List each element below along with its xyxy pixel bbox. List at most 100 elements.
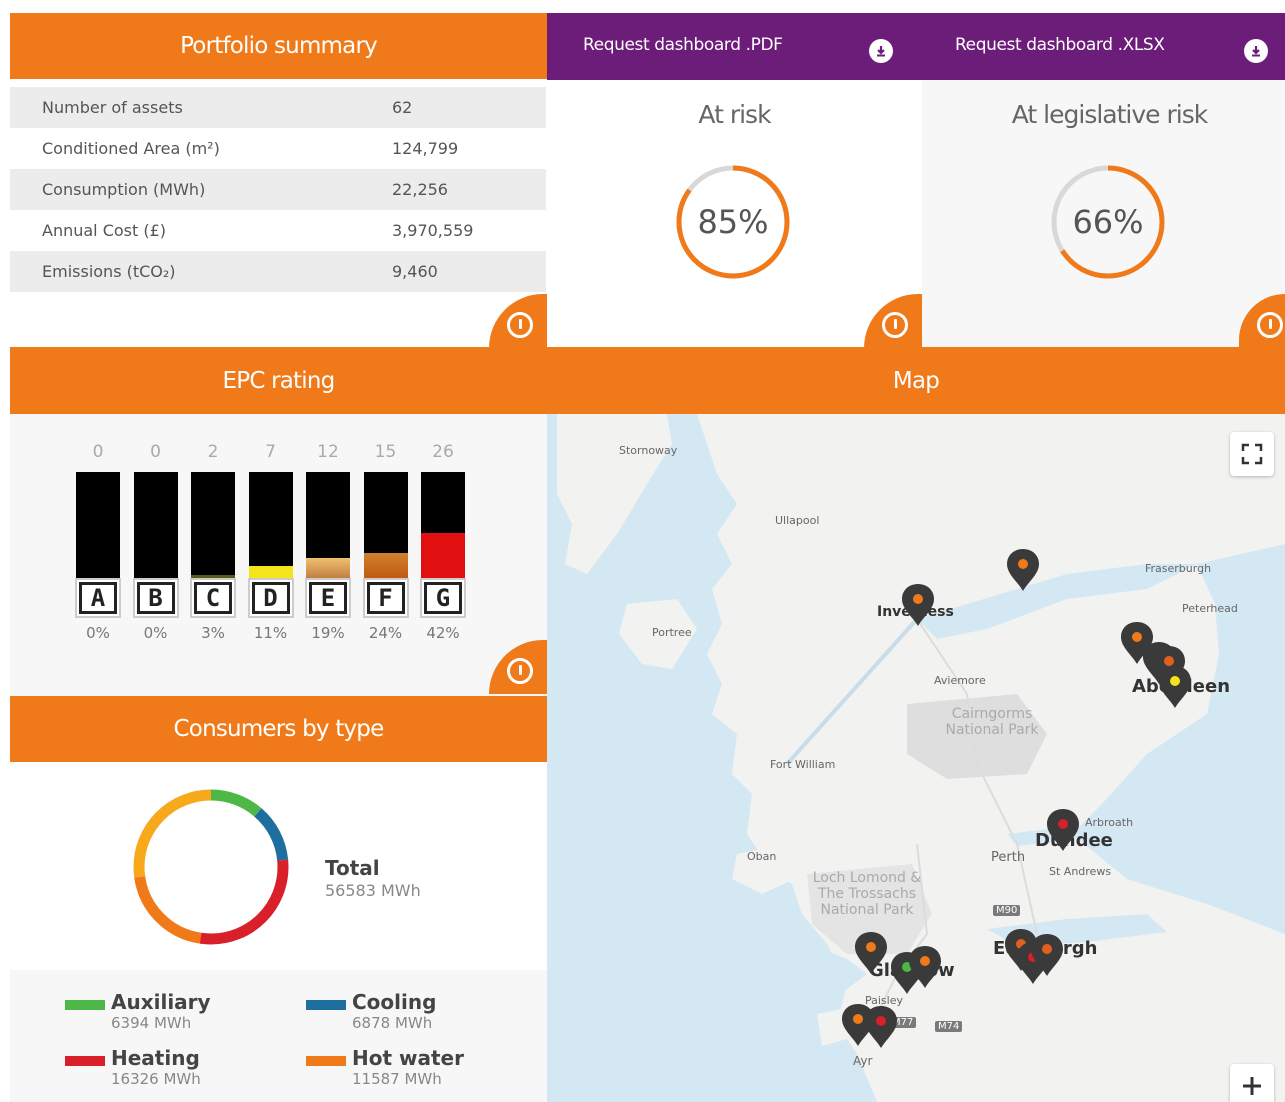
at-risk-title: At risk (698, 100, 771, 129)
summary-label: Number of assets (42, 98, 183, 117)
summary-value: 124,799 (392, 139, 459, 158)
epc-bar-c (191, 472, 235, 578)
legend-swatch (306, 1000, 346, 1010)
map-markers (842, 549, 1191, 1048)
epc-letter-f: F (364, 580, 407, 616)
legend-name: Cooling (352, 990, 437, 1014)
epc-letter-c: C (192, 580, 234, 616)
info-icon (507, 312, 533, 338)
legend-value: 16326 MWh (111, 1070, 201, 1088)
consumers-by-type-title: Consumers by type (173, 716, 385, 742)
request-xlsx-label: Request dashboard .XLSX (955, 35, 1165, 55)
map-marker (1047, 809, 1079, 851)
epc-bar-e (306, 472, 350, 578)
consumers-panel: Total 56583 MWh Auxiliary 6394 MWh Cooli… (10, 762, 547, 1102)
plus-icon (1243, 1077, 1261, 1095)
summary-label: Consumption (MWh) (42, 180, 206, 199)
epc-bar-a (76, 472, 120, 578)
epc-count-g: 26 (432, 442, 454, 462)
epc-rating-panel: 0 A 0% 0 B 0% 2 C 3% 7 D 11% 12 E 19% 15 F 24% 26 G 42% (10, 414, 547, 696)
epc-count-b: 0 (150, 442, 161, 462)
epc-percent-f: 24% (368, 624, 403, 642)
map-marker (855, 932, 887, 974)
epc-count-a: 0 (92, 442, 104, 462)
legend-swatch (65, 1000, 105, 1010)
epc-bar-fill (306, 557, 350, 578)
summary-label: Conditioned Area (m²) (42, 139, 220, 158)
map-marker (1159, 666, 1191, 708)
download-icon (869, 39, 893, 63)
portfolio-summary-header: Portfolio summary (10, 13, 547, 79)
map-marker (902, 584, 934, 626)
info-icon (1257, 312, 1283, 338)
map-zoom-in-button[interactable] (1230, 1064, 1274, 1102)
summary-value: 3,970,559 (392, 221, 474, 240)
legend-value: 11587 MWh (352, 1070, 442, 1088)
request-pdf-button[interactable]: Request dashboard .PDF (547, 13, 922, 80)
at-risk-panel: At risk 85% (547, 80, 922, 347)
epc-bar-b (133, 472, 178, 578)
epc-count-c: 2 (207, 442, 219, 462)
legend-auxiliary: Auxiliary 6394 MWh (65, 990, 265, 1040)
info-icon (507, 658, 533, 684)
summary-value: 62 (392, 98, 413, 117)
summary-label: Annual Cost (£) (42, 221, 167, 240)
epc-bar-fill (191, 574, 235, 578)
epc-count-d: 7 (265, 442, 276, 462)
request-pdf-label: Request dashboard .PDF (583, 35, 783, 55)
map-marker (1007, 549, 1039, 591)
epc-bar-fill (363, 552, 408, 578)
request-xlsx-button[interactable]: Request dashboard .XLSX (922, 13, 1285, 80)
epc-percent-b: 0% (143, 624, 168, 642)
epc-bar-fill (248, 566, 293, 578)
legend-value: 6878 MWh (352, 1014, 433, 1032)
summary-value: 9,460 (392, 262, 438, 281)
legend-swatch (65, 1056, 105, 1066)
consumers-donut (133, 789, 289, 945)
legend-swatch (306, 1056, 346, 1066)
epc-percent-d: 11% (253, 624, 288, 642)
epc-percent-g: 42% (426, 624, 460, 642)
epc-percent-c: 3% (201, 624, 225, 642)
epc-bar-d (248, 472, 293, 578)
at-risk-value: 85% (697, 203, 769, 241)
epc-rating-header: EPC rating (10, 347, 547, 414)
dashboard: Portfolio summary Number of assets 62 Co… (0, 0, 1285, 1102)
epc-letter-g: G (422, 580, 464, 616)
map-title: Map (892, 367, 940, 394)
download-icon (1244, 39, 1268, 63)
epc-letter-e: E (307, 580, 349, 616)
epc-letter-d: D (249, 580, 292, 616)
map-marker (865, 1006, 897, 1048)
donut-total-label: Total (325, 856, 380, 880)
consumers-by-type-header: Consumers by type (10, 696, 547, 762)
legislative-risk-panel: At legislative risk 66% (922, 80, 1285, 347)
donut-total-value: 56583 MWh (325, 881, 421, 900)
legislative-risk-value: 66% (1072, 203, 1144, 241)
portfolio-summary-title: Portfolio summary (180, 33, 378, 59)
epc-rating-title: EPC rating (222, 367, 336, 394)
epc-bar-f (363, 472, 408, 578)
portfolio-info-button[interactable] (489, 294, 547, 348)
legislative-risk-title: At legislative risk (1011, 100, 1208, 129)
legend-value: 6394 MWh (111, 1014, 192, 1032)
epc-letter-b: B (134, 580, 177, 616)
summary-row-assets: Number of assets 62 (10, 87, 546, 128)
legend-heating: Heating 16326 MWh (65, 1046, 265, 1096)
map-header: Map (547, 347, 1285, 414)
legend-cooling: Cooling 6878 MWh (306, 990, 506, 1040)
fullscreen-icon (1241, 443, 1263, 465)
legend-hot-water: Hot water 11587 MWh (306, 1046, 506, 1096)
epc-percent-e: 19% (311, 624, 345, 642)
epc-count-e: 12 (317, 442, 339, 462)
info-icon (882, 312, 908, 338)
map-view[interactable]: Stornoway Ullapool Fraserburgh Peterhead… (547, 414, 1285, 1102)
legend-name: Auxiliary (111, 990, 211, 1014)
map-fullscreen-button[interactable] (1230, 432, 1274, 476)
summary-row-area: Conditioned Area (m²) 124,799 (10, 128, 546, 169)
legend-name: Hot water (352, 1046, 464, 1070)
summary-label: Emissions (tCO₂) (42, 262, 176, 281)
epc-letter-a: A (77, 580, 119, 616)
summary-value: 22,256 (392, 180, 448, 199)
summary-row-consumption: Consumption (MWh) 22,256 (10, 169, 546, 210)
